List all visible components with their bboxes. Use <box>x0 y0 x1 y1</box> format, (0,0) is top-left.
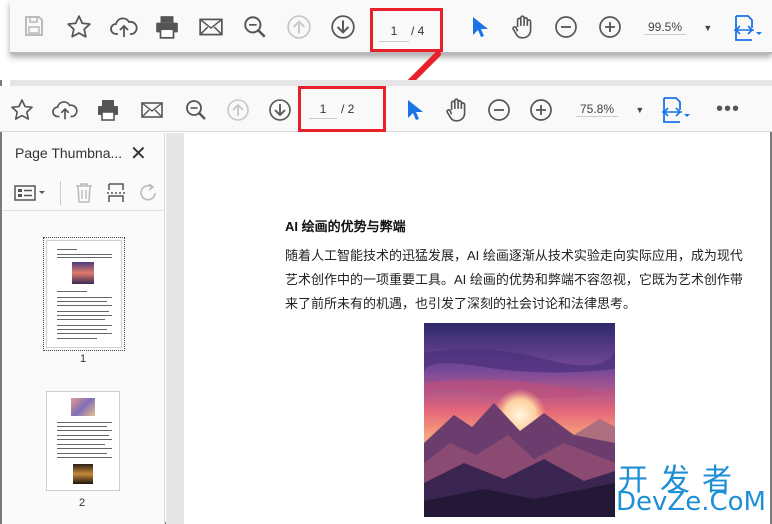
zoom-out-search-icon[interactable] <box>184 98 208 122</box>
insert-page-icon[interactable] <box>106 182 128 209</box>
hand-tool-icon[interactable] <box>444 97 470 123</box>
page-number-box-top[interactable]: 1 / 4 <box>370 8 443 52</box>
zoom-out-search-icon[interactable] <box>242 14 268 40</box>
star-icon[interactable] <box>66 14 92 40</box>
page-thumbnails-panel: Page Thumbna... ✕ 1 2 <box>2 133 165 524</box>
upload-cloud-icon[interactable] <box>110 14 138 40</box>
zoom-in-icon[interactable] <box>529 98 553 122</box>
thumbnail-image <box>73 464 93 484</box>
panel-title: Page Thumbna... <box>15 145 123 161</box>
mountain-sunset-image <box>424 323 615 517</box>
watermark-logo: 开发者 DevZe.CoM <box>612 455 772 523</box>
mail-icon[interactable] <box>198 14 224 40</box>
print-icon[interactable] <box>96 98 120 122</box>
zoom-level-dropdown[interactable]: 75.8% ▼ <box>576 102 644 117</box>
chevron-down-icon: ▼ <box>703 23 713 33</box>
previous-page-icon[interactable] <box>226 98 250 122</box>
next-page-icon[interactable] <box>268 98 292 122</box>
page-total: / 4 <box>411 24 425 38</box>
thumbnail-number: 2 <box>79 497 86 509</box>
thumbnail-image <box>72 262 94 284</box>
page-current-input[interactable]: 1 <box>379 20 409 42</box>
page-thumbnail-1[interactable] <box>43 237 125 351</box>
page-thumbnail-2[interactable] <box>46 391 120 491</box>
thumbnail-options-icon[interactable] <box>14 183 48 208</box>
panel-gutter <box>166 133 184 524</box>
rotate-page-icon[interactable] <box>138 182 158 209</box>
thumbnail-image <box>71 398 95 416</box>
next-page-icon[interactable] <box>330 14 356 40</box>
zoom-out-icon[interactable] <box>554 15 578 39</box>
zoom-in-icon[interactable] <box>598 15 622 39</box>
thumbnail-tools <box>2 175 165 211</box>
chevron-down-icon: ▼ <box>635 105 645 115</box>
mail-icon[interactable] <box>140 98 164 122</box>
document-heading: AI 绘画的优势与弊端 <box>285 219 406 234</box>
hand-tool-icon[interactable] <box>510 14 536 40</box>
zoom-level-dropdown[interactable]: 99.5% ▼ <box>644 20 712 35</box>
previous-page-icon[interactable] <box>286 14 312 40</box>
delete-page-icon[interactable] <box>74 182 94 209</box>
print-icon[interactable] <box>154 14 180 40</box>
star-icon[interactable] <box>10 98 34 122</box>
page-number-box-bottom[interactable]: 1 / 2 <box>298 86 386 132</box>
close-icon[interactable]: ✕ <box>130 141 147 166</box>
select-cursor-icon[interactable] <box>404 98 424 122</box>
divider <box>60 181 61 205</box>
zoom-out-icon[interactable] <box>487 98 511 122</box>
thumbnail-number: 1 <box>80 353 87 365</box>
zoom-level: 99.5% <box>644 20 687 35</box>
save-icon[interactable] <box>22 14 46 38</box>
zoom-level: 75.8% <box>576 102 619 117</box>
more-options-icon[interactable]: ••• <box>716 98 740 121</box>
document-paragraph: 随着人工智能技术的迅猛发展，AI 绘画逐渐从技术实验走向实际应用，成为现代艺术创… <box>285 248 743 311</box>
upload-cloud-icon[interactable] <box>52 98 78 122</box>
page-current-input[interactable]: 1 <box>309 99 337 119</box>
fit-page-icon[interactable] <box>660 96 690 124</box>
select-cursor-icon[interactable] <box>468 15 490 39</box>
second-toolbar: 75.8% ▼ ••• <box>0 86 772 132</box>
watermark-en: DevZe.CoM <box>616 487 766 517</box>
page-total: / 2 <box>341 102 355 116</box>
fit-page-icon[interactable] <box>732 14 762 42</box>
